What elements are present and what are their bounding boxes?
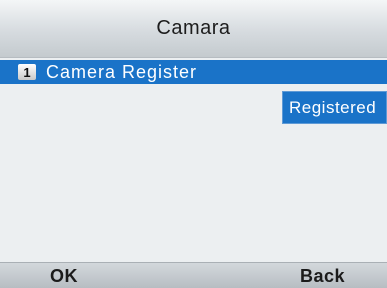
item-number-badge: 1	[18, 64, 36, 80]
title-bar: Camara	[0, 0, 387, 58]
menu-item-label: Camera Register	[46, 61, 198, 82]
menu-item-camera-register[interactable]: 1 Camera Register	[0, 60, 387, 84]
ok-softkey[interactable]: OK	[50, 263, 78, 288]
softkey-bar: OK Back	[0, 262, 387, 288]
page-title: Camara	[156, 17, 231, 39]
registration-status-box: Registered	[282, 91, 387, 124]
registration-status: Registered	[289, 97, 377, 117]
back-softkey[interactable]: Back	[300, 263, 345, 288]
phone-screen: Camara 1 Camera Register Registered OK B…	[0, 0, 387, 288]
